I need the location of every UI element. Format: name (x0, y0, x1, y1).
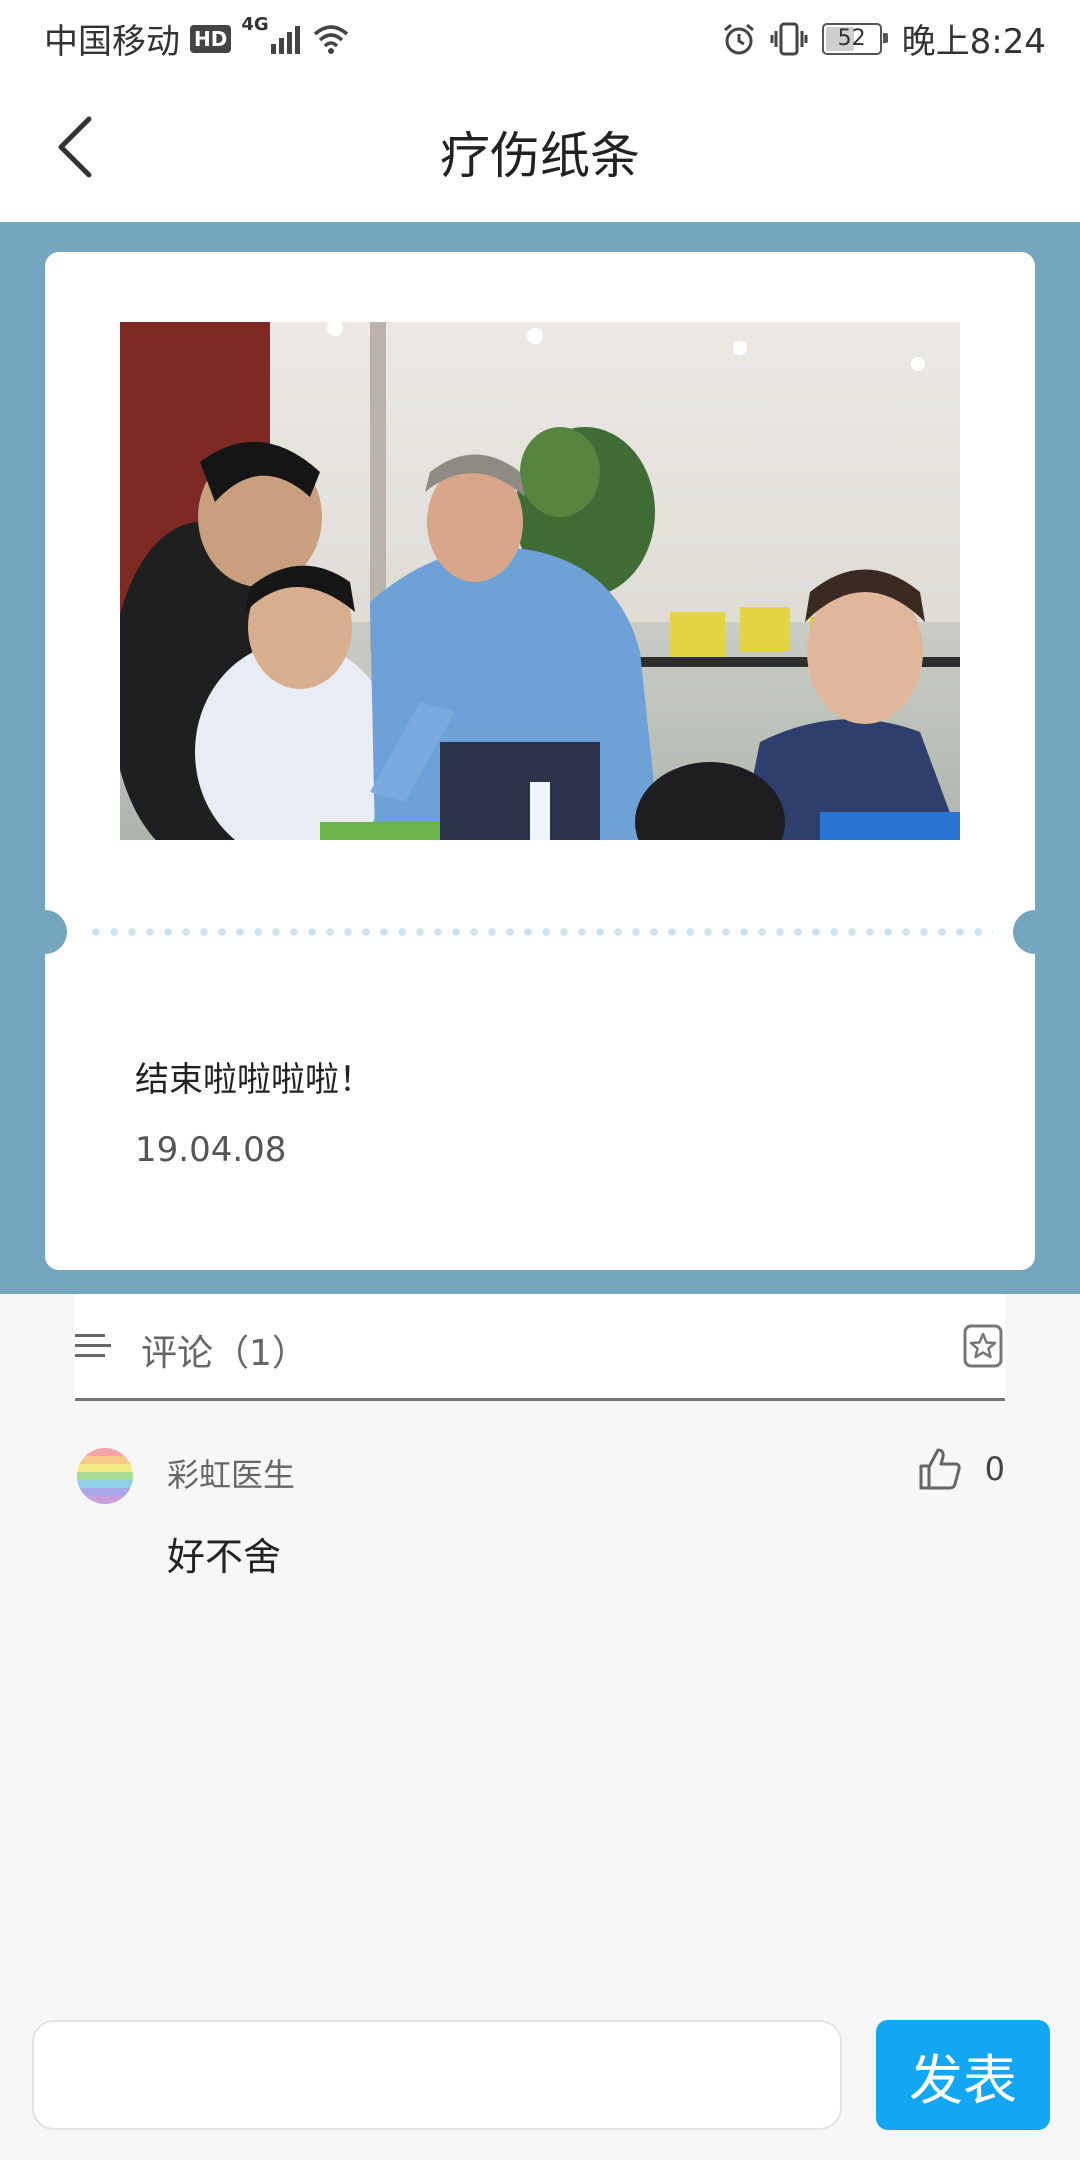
avatar-stripe (77, 1488, 133, 1496)
card-notch-left (23, 910, 67, 954)
battery-level: 52 (837, 26, 866, 51)
note-text: 结束啦啦啦啦！ (135, 1060, 373, 1100)
note-card: 结束啦啦啦啦！ 19.04.08 (23, 252, 1057, 1270)
avatar-stripe (77, 1480, 133, 1488)
vibrate-icon (770, 22, 808, 55)
note-photo[interactable] (120, 322, 960, 840)
comment-input-bar: 发表 (0, 2000, 1080, 2160)
status-right: 52 晚上8:24 (722, 14, 1046, 63)
like-count: 0 (984, 1450, 1005, 1488)
avatar[interactable] (77, 1448, 133, 1504)
avatar-stripe (77, 1456, 133, 1464)
like-control: 0 (917, 1446, 1005, 1492)
comments-header: 评论（1） (75, 1294, 1005, 1401)
avatar-stripe (77, 1496, 133, 1504)
comment-item: 彩虹医生 好不舍 0 (75, 1440, 1005, 1600)
page-title: 疗伤纸条 (440, 127, 640, 185)
signal-icon (270, 25, 300, 54)
card-notch-right (1013, 910, 1057, 954)
photo-illustration (120, 322, 960, 840)
comment-text: 好不舍 (167, 1535, 282, 1579)
send-button[interactable]: 发表 (876, 2020, 1050, 2130)
status-left: 中国移动 HD 4G (44, 14, 349, 63)
app-header: 疗伤纸条 (0, 72, 1080, 222)
star-icon[interactable] (963, 1324, 1003, 1368)
status-time: 晚上8:24 (901, 22, 1046, 62)
avatar-stripe (77, 1472, 133, 1480)
menu-icon (75, 1334, 111, 1357)
dotted-divider (87, 928, 993, 936)
alarm-icon (723, 23, 754, 54)
comment-author: 彩虹医生 (167, 1456, 296, 1494)
comment-input[interactable] (32, 2020, 842, 2130)
comments-title: 评论（1） (141, 1333, 308, 1374)
battery-icon: 52 (821, 22, 888, 55)
wifi-icon (313, 24, 348, 54)
avatar-stripe (77, 1448, 133, 1456)
thumbs-up-icon[interactable] (917, 1446, 963, 1492)
carrier-label: 中国移动 (44, 22, 180, 62)
note-hero: 结束啦啦啦啦！ 19.04.08 (0, 222, 1080, 1294)
hd-badge: HD (190, 24, 232, 53)
status-bar: 中国移动 HD 4G 52 晚上8:24 (0, 0, 1080, 72)
network-label: 4G (241, 14, 269, 35)
avatar-stripe (77, 1464, 133, 1472)
note-date: 19.04.08 (135, 1130, 287, 1170)
